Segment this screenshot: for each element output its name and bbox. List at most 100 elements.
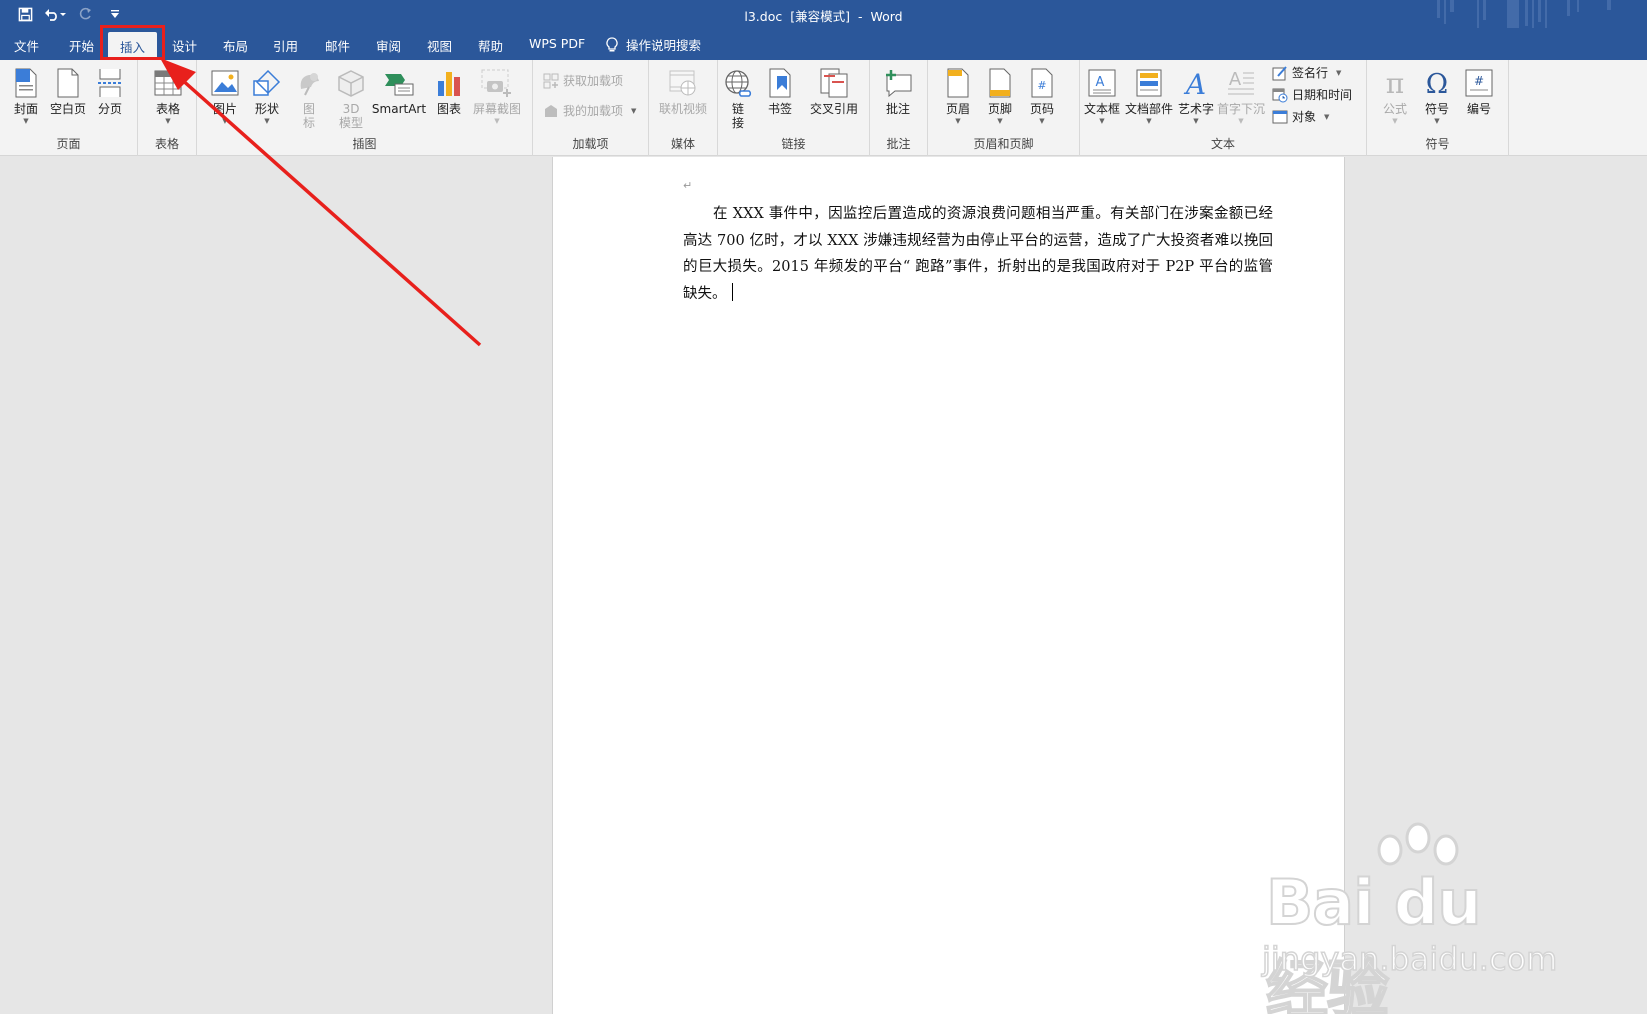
object-label: 对象 — [1292, 110, 1317, 124]
shapes-button[interactable]: 形状 ▼ — [245, 66, 289, 126]
symbol-button[interactable]: Ω 符号 ▼ — [1415, 66, 1459, 126]
page-break-icon — [94, 66, 126, 100]
header-label: 页眉 — [945, 102, 970, 116]
wordart-icon: A — [1180, 66, 1212, 100]
cover-page-label: 封面 — [13, 102, 38, 116]
tab-review[interactable]: 审阅 — [376, 36, 401, 55]
icons-label-line2: 标 — [302, 116, 315, 130]
signature-line-button[interactable]: 签名行 ▼ — [1272, 64, 1341, 81]
cross-reference-button[interactable]: 交叉引用 — [804, 66, 864, 116]
table-icon — [152, 66, 184, 100]
cube-3d-icon — [335, 66, 367, 100]
object-button[interactable]: 对象 ▼ — [1272, 108, 1329, 125]
tab-view[interactable]: 视图 — [427, 36, 452, 55]
header-button[interactable]: 页眉 ▼ — [936, 66, 980, 126]
picture-icon — [209, 66, 241, 100]
drop-cap-icon: A — [1225, 66, 1257, 100]
group-addins: 获取加载项 我的加载项 ▼ 加载项 — [533, 60, 649, 156]
3d-models-label-line1: 3D — [342, 102, 360, 116]
group-media-label: 媒体 — [670, 137, 695, 151]
tab-home[interactable]: 开始 — [69, 36, 94, 55]
my-addins-button[interactable]: 我的加载项 ▼ — [543, 102, 636, 119]
numbering-label: 编号 — [1466, 102, 1491, 116]
my-addins-icon — [545, 104, 557, 117]
picture-button[interactable]: 图片 ▼ — [203, 66, 247, 126]
page-break-label: 分页 — [97, 102, 122, 116]
wordart-button[interactable]: A 艺术字 ▼ — [1174, 66, 1218, 126]
numbering-button[interactable]: # 编号 — [1457, 66, 1501, 116]
screenshot-camera-icon — [481, 66, 513, 100]
chart-button[interactable]: 图表 — [427, 66, 471, 116]
group-pages-label: 页面 — [56, 137, 81, 151]
text-box-icon: A — [1086, 66, 1118, 100]
document-page[interactable]: ↵ 在 XXX 事件中，因监控后置造成的资源浪费问题相当严重。有关部门在涉案金额… — [552, 157, 1345, 1014]
picture-label: 图片 — [212, 102, 237, 116]
shapes-label: 形状 — [254, 102, 279, 116]
new-comment-button[interactable]: 批注 — [876, 66, 920, 116]
group-media: 联机视频 媒体 — [649, 60, 718, 156]
equation-button[interactable]: π 公式 ▼ — [1373, 66, 1417, 126]
smartart-label: SmartArt — [371, 102, 427, 116]
smartart-button[interactable]: SmartArt — [371, 66, 427, 116]
text-box-button[interactable]: A 文本框 ▼ — [1082, 66, 1122, 126]
svg-text:#: # — [1037, 79, 1046, 92]
date-time-label: 日期和时间 — [1292, 88, 1353, 102]
bookmark-button[interactable]: 书签 — [758, 66, 802, 116]
header-icon — [942, 66, 974, 100]
tab-file[interactable]: 文件 — [14, 36, 39, 55]
get-addins-button[interactable]: 获取加载项 — [543, 72, 623, 89]
my-addins-label: 我的加载项 — [563, 104, 624, 118]
online-video-label: 联机视频 — [658, 102, 707, 116]
group-tables: 表格 ▼ 表格 — [138, 60, 197, 156]
svg-text:A: A — [1229, 69, 1242, 90]
document-body[interactable]: 在 XXX 事件中，因监控后置造成的资源浪费问题相当严重。有关部门在涉案金额已经… — [683, 201, 1273, 307]
page-number-icon: # — [1026, 66, 1058, 100]
tab-references[interactable]: 引用 — [273, 36, 298, 55]
tab-layout[interactable]: 布局 — [223, 36, 248, 55]
group-header-footer-label: 页眉和页脚 — [973, 137, 1034, 151]
group-links: 链 接 书签 交叉引用 链接 — [718, 60, 870, 156]
omega-symbol-icon: Ω — [1421, 66, 1453, 100]
equation-label: 公式 — [1382, 102, 1407, 116]
title-bar: l3.doc [兼容模式] - Word — [0, 0, 1647, 28]
blank-page-icon — [52, 66, 84, 100]
group-pages: 封面 ▼ 空白页 分页 页面 — [0, 60, 138, 156]
cover-page-button[interactable]: 封面 ▼ — [4, 66, 48, 126]
3d-models-button[interactable]: 3D 模型 — [329, 66, 373, 130]
tab-mailings[interactable]: 邮件 — [325, 36, 350, 55]
screenshot-button[interactable]: 屏幕截图 ▼ — [469, 66, 525, 126]
new-comment-label: 批注 — [885, 102, 910, 116]
highlight-box-insert-tab — [100, 25, 165, 60]
group-symbols-label: 符号 — [1425, 137, 1450, 151]
calendar-clock-icon — [1272, 88, 1288, 102]
table-button[interactable]: 表格 ▼ — [146, 66, 190, 126]
drop-cap-button[interactable]: A 首字下沉 ▼ — [1216, 66, 1266, 126]
tell-me-label: 操作说明搜索 — [626, 38, 702, 53]
online-video-button[interactable]: 联机视频 — [653, 66, 713, 116]
link-button[interactable]: 链 接 — [720, 66, 756, 130]
tab-wps-pdf[interactable]: WPS PDF — [529, 36, 585, 51]
symbol-label: 符号 — [1424, 102, 1449, 116]
date-time-button[interactable]: 日期和时间 — [1272, 86, 1352, 103]
group-illustrations: 图片 ▼ 形状 ▼ 图 标 3D 模型 SmartArt 图表 屏幕截图 ▼ 插… — [197, 60, 533, 156]
globe-link-icon — [722, 66, 754, 100]
tab-help[interactable]: 帮助 — [478, 36, 503, 55]
object-icon — [1272, 110, 1288, 123]
tell-me-search[interactable]: 操作说明搜索 — [606, 35, 701, 54]
icons-button[interactable]: 图 标 — [287, 66, 331, 130]
quick-parts-button[interactable]: 文档部件 ▼ — [1124, 66, 1174, 126]
addins-store-icon — [543, 73, 559, 88]
svg-text:π: π — [1386, 68, 1404, 98]
blank-page-button[interactable]: 空白页 — [46, 66, 90, 116]
cross-reference-icon — [818, 66, 850, 100]
group-header-footer: 页眉 ▼ 页脚 ▼ # 页码 ▼ 页眉和页脚 — [928, 60, 1080, 156]
icons-icon — [293, 66, 325, 100]
group-comments: 批注 批注 — [870, 60, 928, 156]
document-paragraph[interactable]: 在 XXX 事件中，因监控后置造成的资源浪费问题相当严重。有关部门在涉案金额已经… — [683, 206, 1273, 302]
page-break-button[interactable]: 分页 — [88, 66, 132, 116]
title-filename: l3.doc — [744, 9, 783, 24]
footer-button[interactable]: 页脚 ▼ — [978, 66, 1022, 126]
page-number-button[interactable]: # 页码 ▼ — [1020, 66, 1064, 126]
tab-design[interactable]: 设计 — [172, 36, 197, 55]
shapes-icon — [251, 66, 283, 100]
